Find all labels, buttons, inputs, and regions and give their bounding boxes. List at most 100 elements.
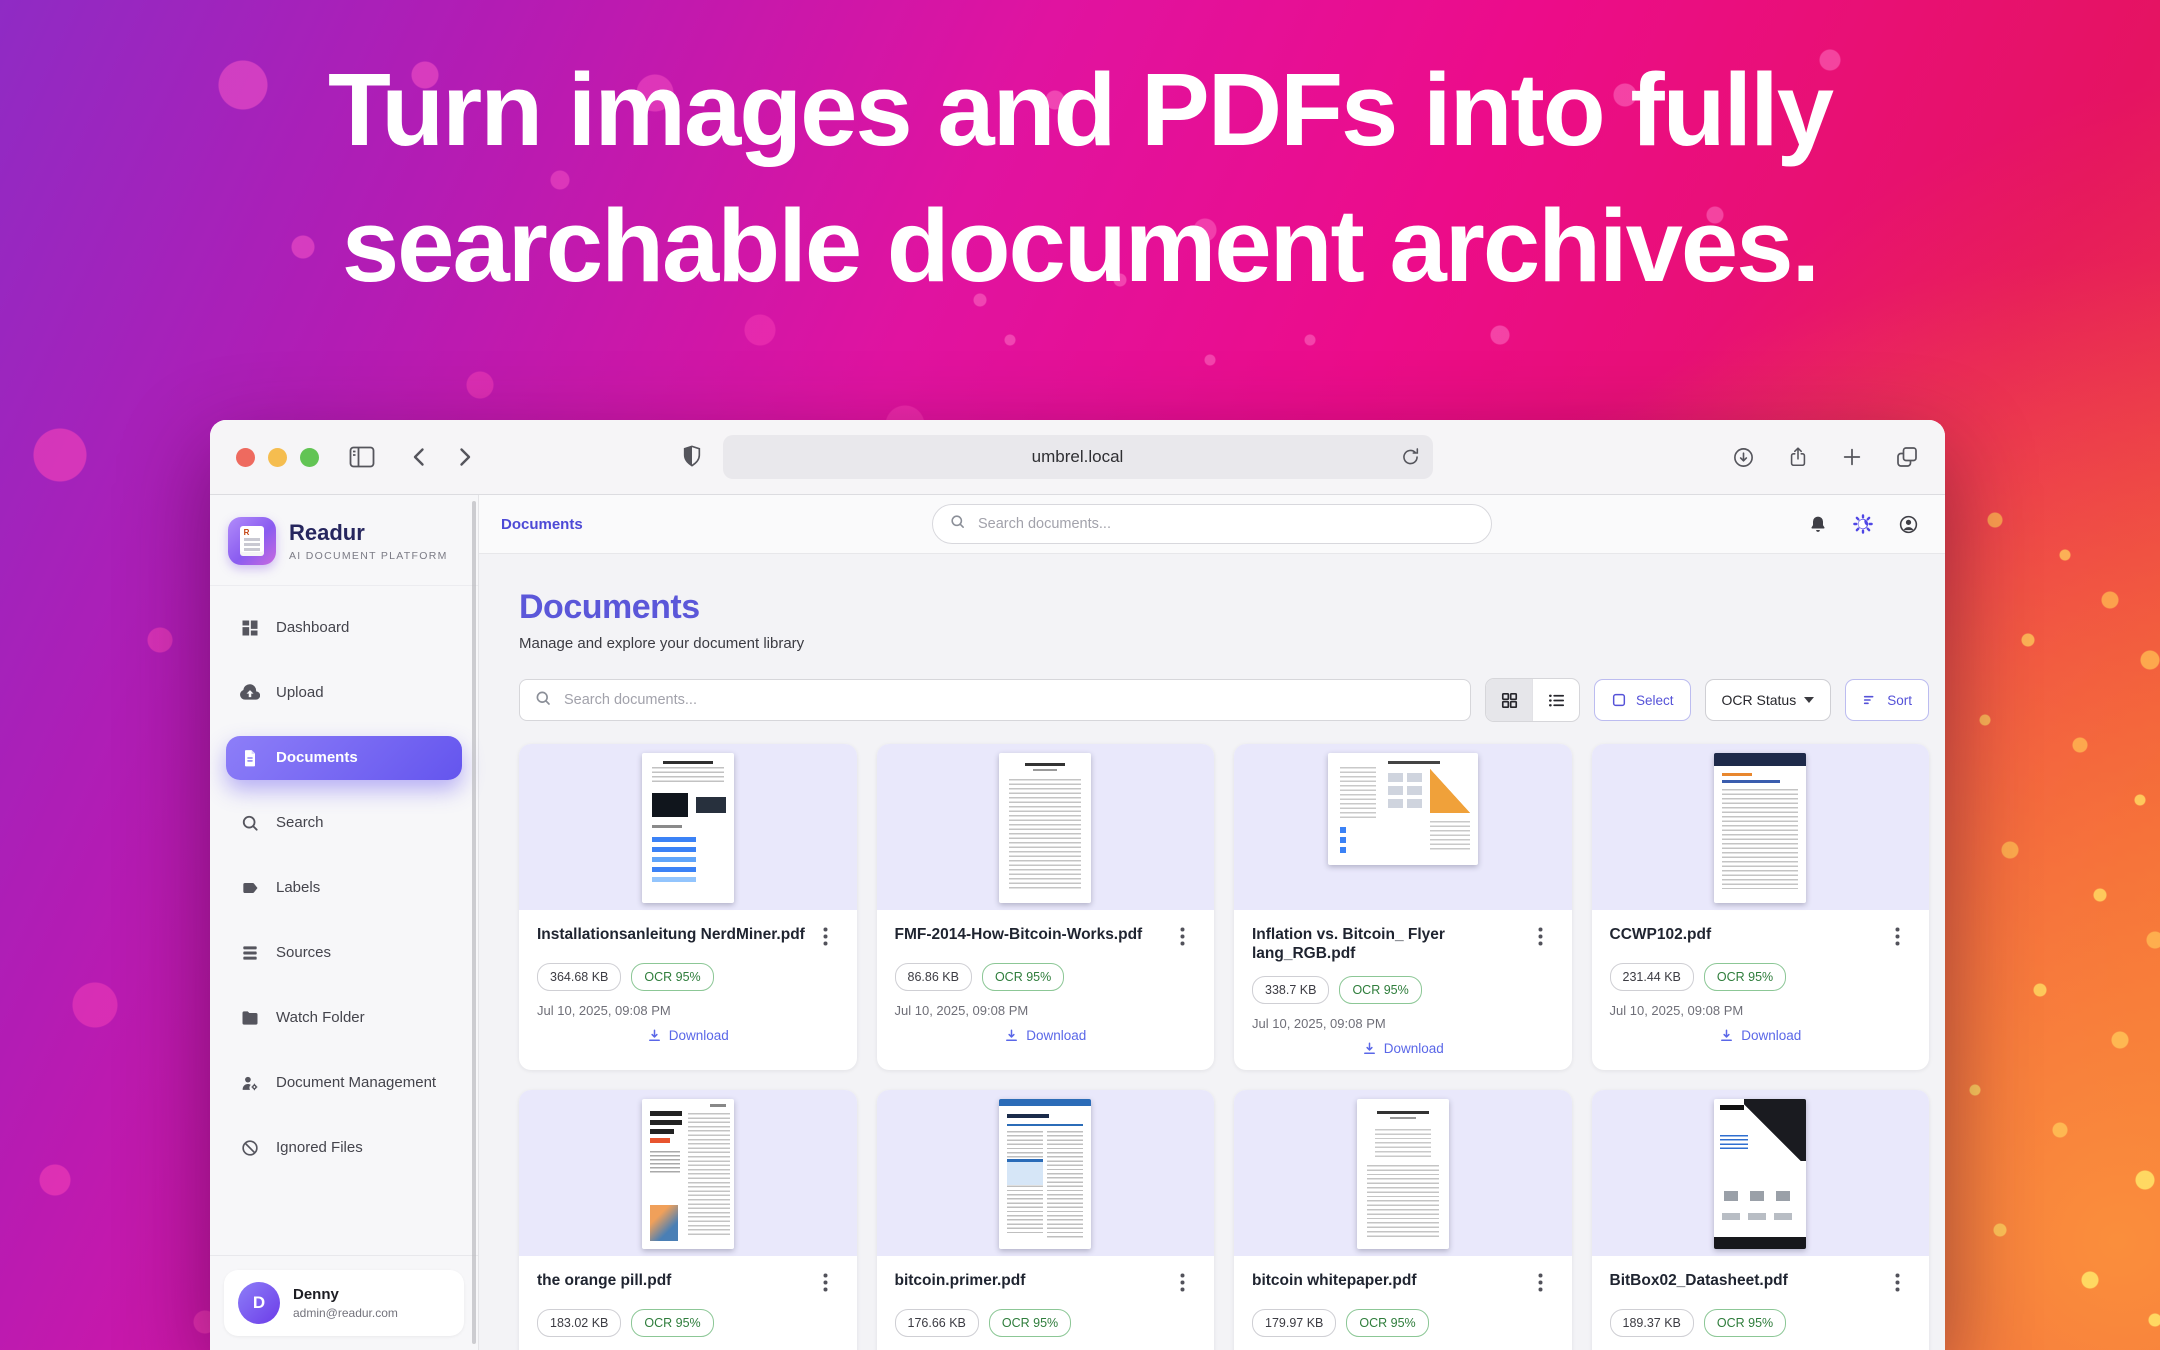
sidebar-item-documents[interactable]: Documents xyxy=(226,736,462,780)
list-view-button[interactable] xyxy=(1532,679,1579,721)
sidebar-item-label: Labels xyxy=(276,879,320,898)
document-thumbnail xyxy=(877,744,1215,910)
sidebar-toggle-icon[interactable] xyxy=(349,446,375,468)
topbar-search-input[interactable] xyxy=(976,515,1475,533)
document-title: bitcoin whitepaper.pdf xyxy=(1252,1271,1416,1290)
downloads-icon[interactable] xyxy=(1732,446,1755,469)
document-badges: 86.86 KB OCR 95% xyxy=(895,963,1197,991)
document-thumbnail xyxy=(1592,1090,1930,1256)
app-sidebar: R Readur AI DOCUMENT PLATFORM Dashboard … xyxy=(210,495,479,1350)
sidebar-item-dashboard[interactable]: Dashboard xyxy=(226,606,462,650)
document-title: bitcoin.primer.pdf xyxy=(895,1271,1026,1290)
document-thumbnail xyxy=(877,1090,1215,1256)
document-card[interactable]: bitcoin.primer.pdf 176.66 KB OCR 95% Jul… xyxy=(877,1090,1215,1350)
sidebar-scrollbar[interactable] xyxy=(472,501,476,1344)
document-preview-page xyxy=(999,1099,1091,1249)
document-badges: 183.02 KB OCR 95% xyxy=(537,1309,839,1337)
download-link[interactable]: Download xyxy=(1610,1028,1912,1043)
refresh-icon[interactable] xyxy=(1400,446,1421,468)
documents-toolbar: Select OCR Status Sort xyxy=(519,678,1929,722)
view-mode-toggle xyxy=(1485,678,1580,722)
document-card-body: bitcoin whitepaper.pdf 179.97 KB OCR 95%… xyxy=(1234,1256,1572,1350)
more-options-button[interactable] xyxy=(823,925,839,951)
download-link[interactable]: Download xyxy=(537,1028,839,1043)
document-card-body: bitcoin.primer.pdf 176.66 KB OCR 95% Jul… xyxy=(877,1256,1215,1350)
more-options-button[interactable] xyxy=(1180,1271,1196,1297)
hero-title-line2: searchable document archives. xyxy=(342,188,1818,303)
sidebar-item-document-management[interactable]: Document Management xyxy=(226,1061,462,1105)
ocr-status-dropdown[interactable]: OCR Status xyxy=(1705,679,1832,721)
document-badges: 176.66 KB OCR 95% xyxy=(895,1309,1197,1337)
more-options-button[interactable] xyxy=(1538,1271,1554,1297)
download-icon xyxy=(647,1028,662,1043)
sidebar-item-watch-folder[interactable]: Watch Folder xyxy=(226,996,462,1040)
documents-search-input[interactable] xyxy=(562,691,1456,709)
share-icon[interactable] xyxy=(1787,445,1809,469)
chevron-down-icon xyxy=(1804,697,1814,703)
minimize-window-button[interactable] xyxy=(268,448,287,467)
file-size-badge: 179.97 KB xyxy=(1252,1309,1336,1337)
file-size-badge: 338.7 KB xyxy=(1252,976,1329,1004)
app-content-column: Documents xyxy=(479,495,1945,1350)
tab-overview-icon[interactable] xyxy=(1895,445,1919,469)
more-options-button[interactable] xyxy=(1895,925,1911,951)
document-card-body: CCWP102.pdf 231.44 KB OCR 95% Jul 10, 20… xyxy=(1592,910,1930,1057)
search-icon xyxy=(949,513,966,535)
document-card-body: BitBox02_Datasheet.pdf 189.37 KB OCR 95%… xyxy=(1592,1256,1930,1350)
download-link[interactable]: Download xyxy=(1252,1041,1554,1056)
document-card[interactable]: BitBox02_Datasheet.pdf 189.37 KB OCR 95%… xyxy=(1592,1090,1930,1350)
forward-button[interactable] xyxy=(455,445,475,469)
sidebar-item-ignored-files[interactable]: Ignored Files xyxy=(226,1126,462,1170)
more-options-button[interactable] xyxy=(1180,925,1196,951)
zoom-window-button[interactable] xyxy=(300,448,319,467)
label-icon xyxy=(240,878,260,898)
document-card[interactable]: Installationsanleitung NerdMiner.pdf 364… xyxy=(519,744,857,1070)
address-bar[interactable]: umbrel.local xyxy=(723,435,1433,479)
document-card-body: Installationsanleitung NerdMiner.pdf 364… xyxy=(519,910,857,1057)
hero-title: Turn images and PDFs into fully searchab… xyxy=(0,42,2160,314)
marketing-screenshot: Turn images and PDFs into fully searchab… xyxy=(0,0,2160,1350)
file-size-badge: 364.68 KB xyxy=(537,963,621,991)
document-card[interactable]: bitcoin whitepaper.pdf 179.97 KB OCR 95%… xyxy=(1234,1090,1572,1350)
ocr-status-label: OCR Status xyxy=(1722,692,1797,708)
topbar-search[interactable] xyxy=(932,504,1492,544)
documents-search[interactable] xyxy=(519,679,1471,721)
sidebar-item-sources[interactable]: Sources xyxy=(226,931,462,975)
document-card[interactable]: FMF-2014-How-Bitcoin-Works.pdf 86.86 KB … xyxy=(877,744,1215,1070)
document-card[interactable]: Inflation vs. Bitcoin_ Flyer lang_RGB.pd… xyxy=(1234,744,1572,1070)
document-card[interactable]: CCWP102.pdf 231.44 KB OCR 95% Jul 10, 20… xyxy=(1592,744,1930,1070)
document-preview-page xyxy=(642,1099,734,1249)
document-preview-page xyxy=(1328,753,1478,865)
close-window-button[interactable] xyxy=(236,448,255,467)
topbar-icons xyxy=(1808,513,1919,535)
sidebar-item-search[interactable]: Search xyxy=(226,801,462,845)
document-badges: 338.7 KB OCR 95% xyxy=(1252,976,1554,1004)
ocr-status-badge: OCR 95% xyxy=(631,1309,713,1337)
breadcrumb[interactable]: Documents xyxy=(501,516,583,533)
profile-icon[interactable] xyxy=(1898,514,1919,535)
grid-view-button[interactable] xyxy=(1486,679,1532,721)
theme-toggle-icon[interactable] xyxy=(1852,513,1874,535)
download-link[interactable]: Download xyxy=(895,1028,1197,1043)
sidebar-item-labels[interactable]: Labels xyxy=(226,866,462,910)
document-badges: 364.68 KB OCR 95% xyxy=(537,963,839,991)
more-options-button[interactable] xyxy=(1895,1271,1911,1297)
select-button[interactable]: Select xyxy=(1594,679,1691,721)
sidebar-item-upload[interactable]: Upload xyxy=(226,671,462,715)
more-options-button[interactable] xyxy=(1538,925,1554,951)
ocr-status-badge: OCR 95% xyxy=(1346,1309,1428,1337)
new-tab-icon[interactable] xyxy=(1841,446,1863,468)
back-button[interactable] xyxy=(409,445,429,469)
readur-app: R Readur AI DOCUMENT PLATFORM Dashboard … xyxy=(210,495,1945,1350)
document-card[interactable]: the orange pill.pdf 183.02 KB OCR 95% Ju… xyxy=(519,1090,857,1350)
sort-button[interactable]: Sort xyxy=(1845,679,1929,721)
notifications-bell-icon[interactable] xyxy=(1808,514,1828,535)
folder-icon xyxy=(240,1008,260,1028)
upload-icon xyxy=(240,683,260,703)
sidebar-item-label: Sources xyxy=(276,944,331,963)
ban-icon xyxy=(240,1138,260,1158)
url-text: umbrel.local xyxy=(1032,447,1124,467)
user-card[interactable]: D Denny admin@readur.com xyxy=(224,1270,464,1336)
more-options-button[interactable] xyxy=(823,1271,839,1297)
document-card-body: the orange pill.pdf 183.02 KB OCR 95% Ju… xyxy=(519,1256,857,1350)
